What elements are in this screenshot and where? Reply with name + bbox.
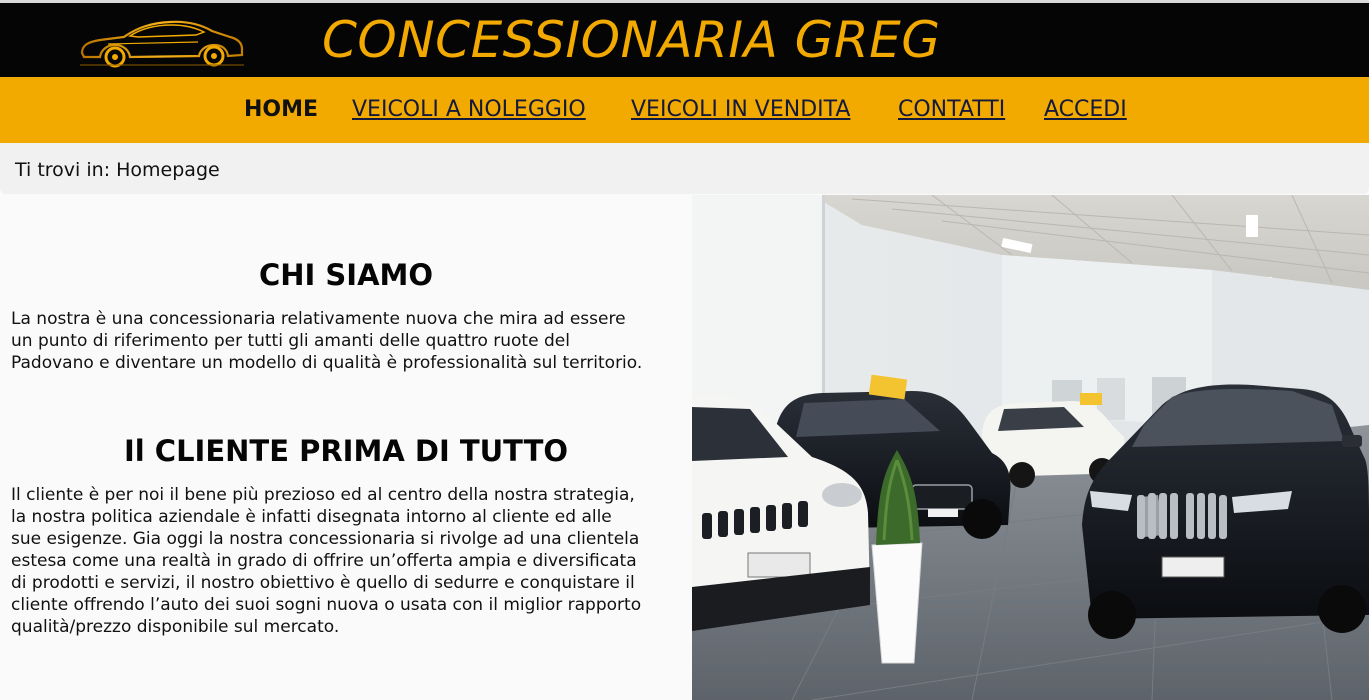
nav-item-contatti[interactable]: CONTATTI [898,97,1005,123]
page: CONCESSIONARIA GREG HOME VEICOLI A NOLEG… [0,0,1369,700]
text-line: sue esigenze. Gia oggi la nostra concess… [11,529,640,549]
sports-car-icon[interactable] [78,13,246,69]
section-title-chi-siamo: CHI SIAMO [258,258,434,292]
text-line: cliente offrendo l’auto dei suoi sogni n… [11,595,642,615]
site-header: CONCESSIONARIA GREG [0,3,1369,77]
site-title: CONCESSIONARIA GREG [322,11,941,69]
main-nav: HOME VEICOLI A NOLEGGIO VEICOLI IN VENDI… [0,77,1369,143]
text-line: un punto di riferimento per tutti gli am… [11,331,570,351]
nav-item-home[interactable]: HOME [244,97,318,123]
breadcrumb-bar: Ti trovi in: Homepage [0,143,1369,194]
nav-item-accedi[interactable]: ACCEDI [1044,97,1127,123]
nav-item-veicoli-in-vendita[interactable]: VEICOLI IN VENDITA [631,97,850,123]
text-line: Il cliente è per noi il bene più prezios… [11,485,635,505]
text-line: Padovano e diventare un modello di quali… [11,353,643,373]
section-title-cliente: Il CLIENTE PRIMA DI TUTTO [123,434,569,468]
text-line: qualità/prezzo disponibile sul mercato. [11,617,340,637]
section-text-cliente: Il cliente è per noi il bene più prezios… [11,484,687,638]
text-line: di prodotti e servizi, il nostro obietti… [11,573,635,593]
text-line: la nostra politica aziendale è infatti d… [11,507,612,527]
section-text-chi-siamo: La nostra è una concessionaria relativam… [11,308,687,374]
showroom-photo [692,195,1369,700]
text-line: estesa come una realtà in grado di offri… [11,551,637,571]
nav-item-veicoli-a-noleggio[interactable]: VEICOLI A NOLEGGIO [352,97,586,123]
main-content: CHI SIAMO La nostra è una concessionaria… [0,195,692,700]
breadcrumb: Ti trovi in: Homepage [15,159,220,181]
text-line: La nostra è una concessionaria relativam… [11,309,626,329]
